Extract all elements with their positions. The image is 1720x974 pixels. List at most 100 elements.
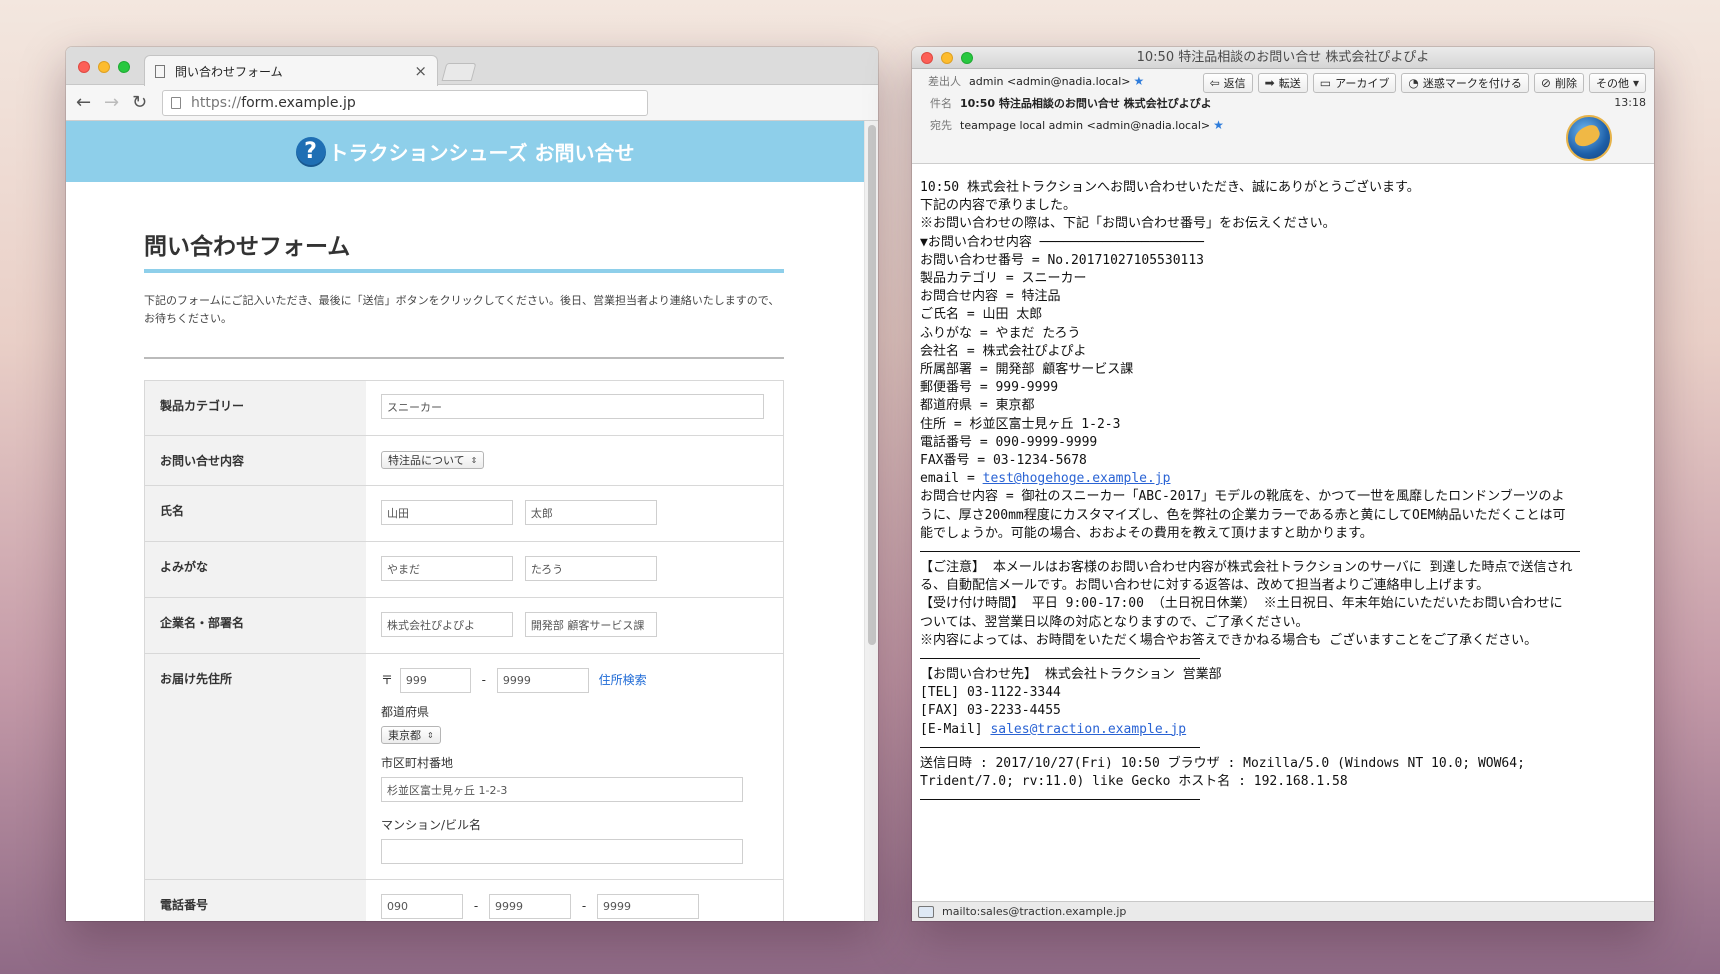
label-inquiry: お問い合せ内容 [145, 436, 366, 485]
body-line: 電話番号 = 090-9999-9999 [920, 434, 1098, 450]
body-line-email: email = test@hogehoge.example.jp [920, 470, 1654, 488]
row-category: 製品カテゴリー スニーカー [145, 381, 783, 436]
notice-line: ついては、翌営業日以降の対応となりますので、ご了承ください。 [920, 614, 1309, 630]
divider [920, 746, 1200, 748]
reply-button[interactable]: ⇦ 返信 [1202, 73, 1253, 93]
forward-icon: ➡ [1264, 76, 1275, 90]
scrollbar-thumb[interactable] [868, 125, 876, 645]
from-row: 差出人 admin <admin@nadia.local> ★ [928, 73, 1144, 89]
junk-icon: ◔ [1408, 76, 1419, 90]
tab-strip: 問い合わせフォーム × [66, 47, 878, 86]
email-link[interactable]: test@hogehoge.example.jp [983, 471, 1171, 486]
help-question-icon: ? [295, 136, 326, 167]
page-scrollbar[interactable] [864, 121, 878, 921]
minimize-window-button[interactable] [941, 52, 953, 64]
star-icon[interactable]: ★ [1133, 74, 1144, 88]
notice-line: ※内容によっては、お時間をいただく場合やお答えできかねる場合も ございますことを… [920, 632, 1538, 648]
body-line: 能でしょうか。可能の場合、おおよその費用を教えて頂けますと助かります。 [920, 525, 1373, 541]
delete-label: 削除 [1554, 77, 1577, 90]
label-name: 氏名 [145, 486, 366, 541]
to-value[interactable]: teampage local admin <admin@nadia.local> [960, 119, 1210, 132]
from-value[interactable]: admin <admin@nadia.local> [969, 75, 1130, 88]
mail-window-title: 10:50 特注品相談のお問い合せ 株式会社ぴよぴよ [1136, 50, 1430, 65]
first-kana-input[interactable]: たろう [524, 556, 657, 581]
row-address: お届け先住所 〒 999 - 9999 住所検索 都道府県 東京都 ⇕ 市区町村… [145, 654, 783, 880]
phone3-input[interactable]: 9999 [597, 894, 699, 919]
label-address: お届け先住所 [145, 654, 366, 879]
zoom-window-button[interactable] [961, 52, 973, 64]
message-body: 10:50 株式会社トラクションへお問い合わせいただき、誠にありがとうございます… [912, 164, 1654, 901]
junk-label: 迷惑マークを付ける [1422, 77, 1522, 90]
sales-email-link[interactable]: sales@traction.example.jp [990, 722, 1186, 737]
divider [920, 799, 1200, 801]
url-host: form.example.jp [241, 94, 356, 111]
contact-line: 【お問い合わせ先】 株式会社トラクション 営業部 [920, 667, 1222, 683]
body-line: 住所 = 杉並区富士見ヶ丘 1-2-3 [920, 416, 1121, 432]
label-category: 製品カテゴリー [145, 381, 366, 435]
delete-button[interactable]: ⊘ 削除 [1533, 73, 1584, 93]
body-line: お問い合わせ番号 = No.20171027105530113 [920, 252, 1205, 268]
junk-button[interactable]: ◔ 迷惑マークを付ける [1401, 73, 1529, 93]
phone2-input[interactable]: 9999 [489, 894, 571, 919]
other-actions-button[interactable]: その他 ▾ [1588, 73, 1646, 93]
close-window-button[interactable] [78, 61, 90, 73]
new-tab-button[interactable] [441, 63, 477, 81]
zip2-input[interactable]: 9999 [496, 668, 589, 693]
delete-icon: ⊘ [1540, 76, 1551, 90]
archive-icon: ▭ [1319, 76, 1332, 90]
body-line: 10:50 株式会社トラクションへお問い合わせいただき、誠にありがとうございます… [920, 180, 1420, 195]
city-input[interactable]: 杉並区富士見ヶ丘 1-2-3 [381, 777, 743, 802]
archive-label: アーカイブ [1335, 77, 1390, 90]
select-arrows-icon: ⇕ [427, 730, 434, 740]
zip1-input[interactable]: 999 [399, 668, 471, 693]
department-input[interactable]: 開発部 顧客サービス課 [524, 612, 657, 637]
last-kana-input[interactable]: やまだ [381, 556, 513, 581]
body-line: 所属部署 = 開発部 顧客サービス課 [920, 362, 1134, 378]
first-name-input[interactable]: 太郎 [524, 500, 657, 525]
tab-close-icon[interactable]: × [414, 62, 427, 80]
body-line: ▼お問い合わせ内容 ───────────────────── [920, 234, 1205, 250]
sender-info-line: Trident/7.0; rv:11.0) like Gecko ホスト名 : … [920, 774, 1348, 790]
chevron-down-icon: ▾ [1632, 76, 1639, 90]
back-icon[interactable]: ← [76, 92, 91, 113]
contact-form-table: 製品カテゴリー スニーカー お問い合せ内容 特注品について ⇕ 氏名 山田 太郎… [144, 380, 784, 921]
address-search-link[interactable]: 住所検索 [599, 673, 647, 687]
forward-button[interactable]: ➡ 転送 [1257, 73, 1308, 93]
notice-line: 【ご注意】 本メールはお客様のお問い合わせ内容が株式会社トラクションのサーバに … [920, 560, 1573, 576]
phone1-input[interactable]: 090 [381, 894, 463, 919]
row-company: 企業名・部署名 株式会社ぴよぴよ 開発部 顧客サービス課 [145, 598, 783, 654]
archive-button[interactable]: ▭ アーカイブ [1312, 73, 1397, 93]
select-arrows-icon: ⇕ [470, 455, 478, 465]
message-time: 13:18 [1614, 96, 1646, 109]
category-input[interactable]: スニーカー [381, 394, 764, 419]
forward-icon[interactable]: → [104, 92, 119, 113]
address-bar[interactable]: https:// form.example.jp [162, 89, 648, 116]
company-input[interactable]: 株式会社ぴよぴよ [381, 612, 513, 637]
last-name-input[interactable]: 山田 [381, 500, 513, 525]
inquiry-select[interactable]: 特注品について ⇕ [381, 451, 485, 469]
mail-titlebar: 10:50 特注品相談のお問い合せ 株式会社ぴよぴよ [912, 47, 1654, 69]
tab-contact-form[interactable]: 問い合わせフォーム × [144, 55, 438, 86]
other-label: その他 [1595, 77, 1629, 90]
row-phone: 電話番号 090 - 9999 - 9999 [145, 880, 783, 921]
zoom-window-button[interactable] [118, 61, 130, 73]
contact-line: [TEL] 03-1122-3344 [920, 685, 1061, 701]
form-content: 問い合わせフォーム 下記のフォームにご記入いただき、最後に「送信」ボタンをクリッ… [144, 182, 784, 921]
pref-select[interactable]: 東京都 ⇕ [381, 726, 441, 744]
inquiry-selected: 特注品について [388, 454, 465, 467]
page-viewport: ? トラクションシューズ お問い合せ 問い合わせフォーム 下記のフォームにご記入… [66, 121, 878, 921]
to-label: 宛先 [930, 119, 952, 132]
body-line: 製品カテゴリ = スニーカー [920, 271, 1087, 287]
thunderbird-logo-icon [1571, 122, 1603, 150]
reload-icon[interactable]: ↻ [132, 92, 147, 113]
minimize-window-button[interactable] [98, 61, 110, 73]
intro-text: 下記のフォームにご記入いただき、最後に「送信」ボタンをクリックしてください。後日… [144, 294, 780, 325]
body-line: 会社名 = 株式会社ぴよぴよ [920, 343, 1087, 359]
building-input[interactable] [381, 839, 743, 864]
star-icon[interactable]: ★ [1213, 118, 1224, 132]
close-window-button[interactable] [921, 52, 933, 64]
page-info-icon[interactable] [171, 96, 181, 109]
row-name: 氏名 山田 太郎 [145, 486, 783, 542]
body-line: 下記の内容で承りました。 [920, 198, 1077, 214]
window-controls [78, 61, 130, 73]
